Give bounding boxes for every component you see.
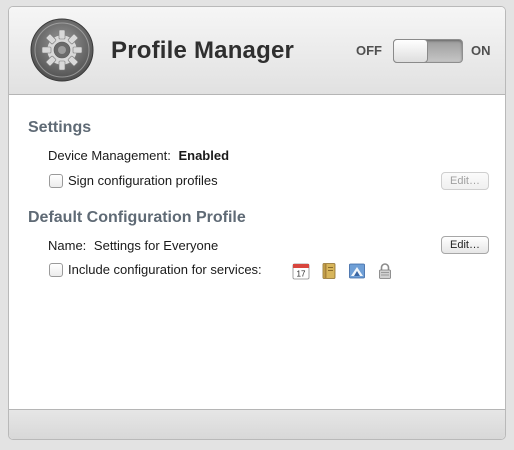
profile-name-value: Settings for Everyone xyxy=(93,238,219,253)
default-profile-section-title: Default Configuration Profile xyxy=(28,209,246,226)
mail-icon xyxy=(349,263,365,279)
default-profile-edit-button[interactable]: Edit… xyxy=(441,236,489,254)
settings-section-title: Settings xyxy=(28,119,92,136)
profile-name-row: Name: Settings for Everyone xyxy=(48,238,218,253)
vpn-lock-icon xyxy=(379,263,391,279)
sign-profiles-label: Sign configuration profiles xyxy=(68,173,218,188)
header: Profile Manager OFF ON xyxy=(9,7,505,95)
include-services-checkbox[interactable] xyxy=(49,263,63,277)
device-management-label: Device Management: xyxy=(48,148,171,163)
toggle-knob[interactable] xyxy=(393,39,428,63)
device-management-value: Enabled xyxy=(178,148,230,163)
service-toggle-switch[interactable] xyxy=(393,39,463,63)
switch-off-label: OFF xyxy=(356,43,382,58)
page-title: Profile Manager xyxy=(111,37,295,64)
footer-bar xyxy=(9,409,505,439)
calendar-day-number: 17 xyxy=(297,270,306,279)
gear-icon xyxy=(30,18,94,82)
include-services-label: Include configuration for services: xyxy=(68,262,262,277)
address-book-icon xyxy=(322,263,336,279)
profile-manager-panel: Profile Manager OFF ON Settings Device M… xyxy=(8,6,506,440)
profile-name-label: Name: xyxy=(48,238,87,253)
switch-on-label: ON xyxy=(471,43,491,58)
sign-profiles-checkbox[interactable] xyxy=(49,174,63,188)
calendar-icon: 17 xyxy=(292,263,310,280)
device-management-row: Device Management: Enabled xyxy=(48,148,229,163)
sign-profiles-edit-button[interactable]: Edit… xyxy=(441,172,489,190)
